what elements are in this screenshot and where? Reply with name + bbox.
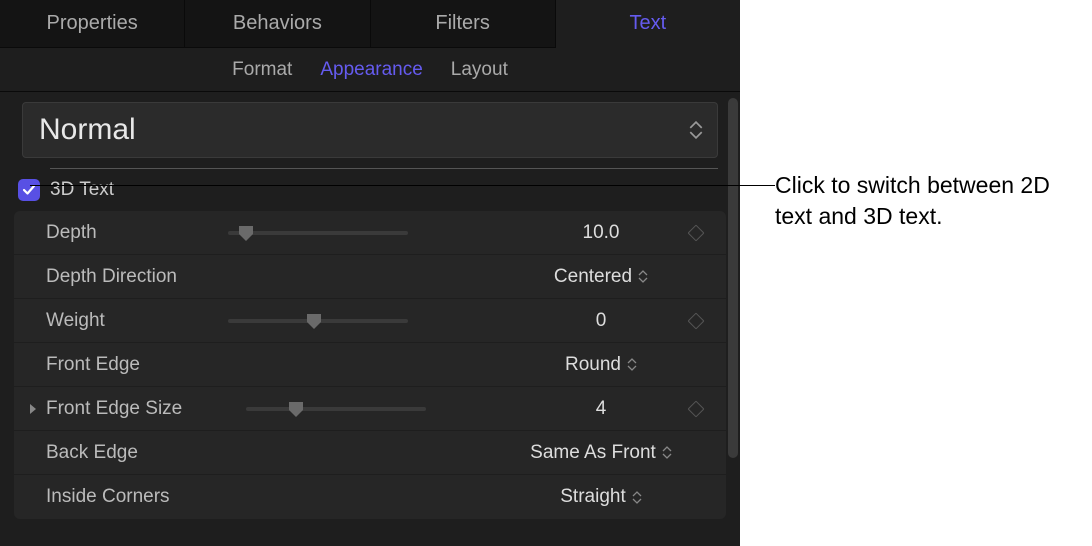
stepper-icon [638,270,648,283]
param-label: Depth Direction [28,266,228,288]
preset-row: Normal [0,92,740,168]
inspector-panel: Properties Behaviors Filters Text Format… [0,0,740,546]
param-row: Inside Corners Straight [14,475,726,519]
tab-properties[interactable]: Properties [0,0,185,48]
slider-thumb[interactable] [305,312,323,330]
preset-value: Normal [39,113,136,147]
param-row: Front Edge Round [14,343,726,387]
keyframe-icon[interactable] [688,224,705,241]
disclosure-triangle-icon[interactable] [28,403,46,415]
popup-select[interactable]: Round [526,354,676,376]
popup-select[interactable]: Straight [526,486,676,508]
preset-select[interactable]: Normal [22,102,718,158]
param-label: Front Edge Size [46,398,246,420]
annotation-text: Click to switch between 2D text and 3D t… [775,170,1085,232]
section-header-3d-text: 3D Text [0,169,740,211]
param-label: Inside Corners [28,486,228,508]
sub-tab-bar: Format Appearance Layout [0,48,740,92]
param-row: Weight 0 [14,299,726,343]
checkbox-3d-text[interactable] [18,179,40,201]
stepper-icon [689,121,703,139]
param-row: Back Edge Same As Front [14,431,726,475]
slider[interactable] [228,223,408,243]
param-row: Depth Direction Centered [14,255,726,299]
value-field[interactable]: 10.0 [526,222,676,244]
slider-thumb[interactable] [287,400,305,418]
param-label: Back Edge [28,442,228,464]
scrollbar[interactable] [728,98,738,458]
tab-filters[interactable]: Filters [371,0,556,48]
popup-select[interactable]: Same As Front [526,442,676,464]
annotation-leader [30,185,775,186]
popup-value: Straight [560,486,625,508]
stepper-icon [632,491,642,504]
popup-value: Same As Front [530,442,656,464]
sub-tab-layout[interactable]: Layout [451,59,508,81]
value-field[interactable]: 4 [526,398,676,420]
keyframe-icon[interactable] [688,400,705,417]
keyframe-icon[interactable] [688,312,705,329]
value-field[interactable]: 0 [526,310,676,332]
stepper-icon [627,358,637,371]
popup-value: Centered [554,266,632,288]
popup-value: Round [565,354,621,376]
tab-text[interactable]: Text [556,0,740,48]
slider[interactable] [228,311,408,331]
param-row: Front Edge Size 4 [14,387,726,431]
slider[interactable] [246,399,426,419]
sub-tab-appearance[interactable]: Appearance [320,59,422,81]
popup-select[interactable]: Centered [526,266,676,288]
sub-tab-format[interactable]: Format [232,59,292,81]
param-list: Depth 10.0 Depth Direction Centered Weight 0 F… [14,211,726,519]
slider-thumb[interactable] [237,224,255,242]
section-title: 3D Text [50,179,114,201]
param-label: Depth [28,222,228,244]
param-label: Front Edge [28,354,228,376]
param-row: Depth 10.0 [14,211,726,255]
param-label: Weight [28,310,228,332]
top-tab-bar: Properties Behaviors Filters Text [0,0,740,48]
tab-behaviors[interactable]: Behaviors [185,0,370,48]
stepper-icon [662,446,672,459]
